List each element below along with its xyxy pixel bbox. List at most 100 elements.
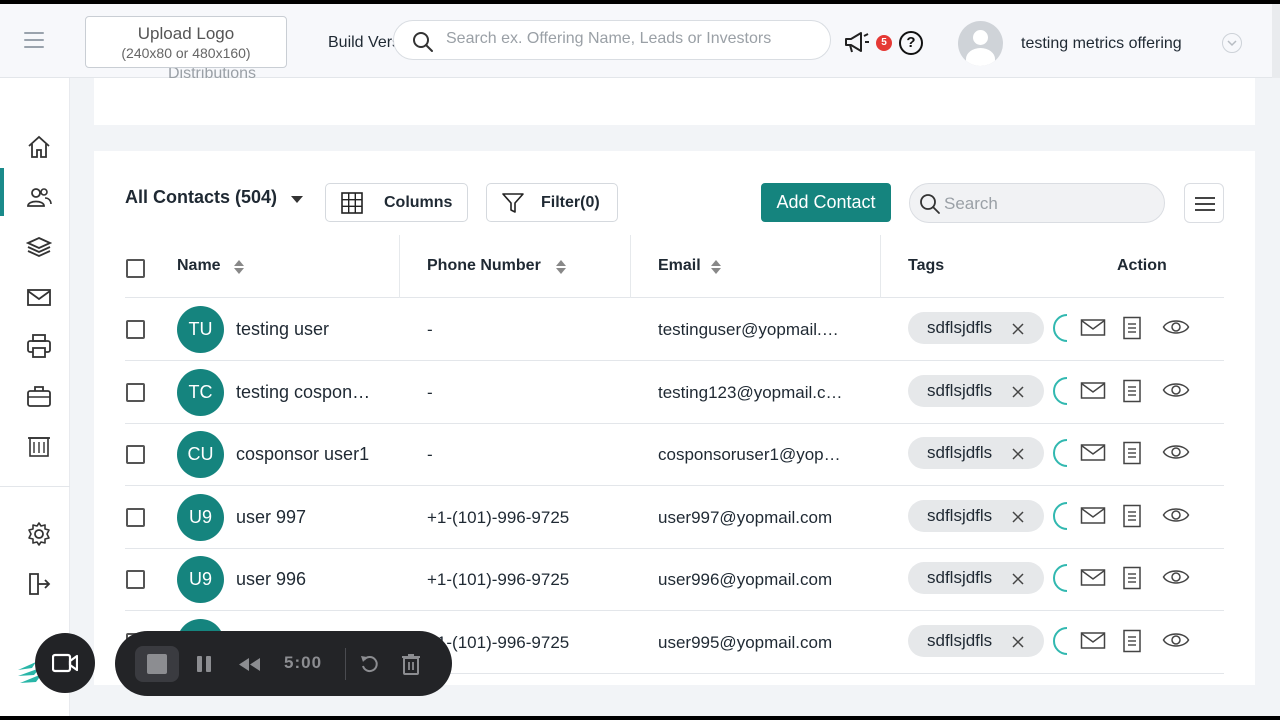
header-name[interactable]: Name <box>177 257 221 275</box>
view-contact-icon[interactable] <box>1162 380 1190 405</box>
remove-tag-icon[interactable] <box>1012 445 1024 465</box>
view-contact-icon[interactable] <box>1162 567 1190 592</box>
add-tag-icon[interactable] <box>1053 312 1067 344</box>
camera-toggle-button[interactable] <box>35 633 95 693</box>
view-contact-icon[interactable] <box>1162 630 1190 655</box>
remove-tag-icon[interactable] <box>1012 320 1024 340</box>
contacts-search-input[interactable] <box>944 194 1154 214</box>
notes-icon[interactable] <box>1122 629 1142 658</box>
add-tag-icon[interactable] <box>1053 625 1067 657</box>
contact-name[interactable]: testing user <box>236 319 329 340</box>
notes-icon[interactable] <box>1122 566 1142 595</box>
sort-icon[interactable] <box>555 259 567 275</box>
contact-name[interactable]: user 997 <box>236 507 306 528</box>
upload-logo-button[interactable]: Upload Logo (240x80 or 480x160) <box>85 16 287 68</box>
users-icon[interactable] <box>26 184 52 210</box>
contact-phone: - <box>427 382 433 402</box>
notes-icon[interactable] <box>1122 316 1142 345</box>
layers-icon[interactable] <box>26 234 52 260</box>
header-phone[interactable]: Phone Number <box>427 257 541 275</box>
view-contact-icon[interactable] <box>1162 505 1190 530</box>
user-avatar[interactable] <box>958 21 1003 66</box>
distributions-label[interactable]: Distributions <box>168 68 256 80</box>
help-icon[interactable]: ? <box>899 31 923 55</box>
mail-icon[interactable] <box>26 284 52 310</box>
notes-icon[interactable] <box>1122 379 1142 408</box>
header-email[interactable]: Email <box>658 257 701 275</box>
row-checkbox[interactable] <box>126 507 145 527</box>
top-scrollbar[interactable] <box>1272 4 1280 78</box>
tag-label: sdflsjdfls <box>927 380 993 400</box>
notes-icon[interactable] <box>1122 504 1142 533</box>
remove-tag-icon[interactable] <box>1012 633 1024 653</box>
home-icon[interactable] <box>26 134 52 160</box>
columns-button[interactable]: Columns <box>325 183 468 222</box>
tag-label: sdflsjdfls <box>927 568 993 588</box>
select-all-checkbox[interactable] <box>126 259 145 278</box>
row-checkbox[interactable] <box>126 382 145 402</box>
megaphone-icon[interactable] <box>843 30 871 54</box>
view-contact-icon[interactable] <box>1162 317 1190 342</box>
table-row: U9 user 997 +1-(101)-996-9725 user997@yopma… <box>125 486 1224 549</box>
stop-recording-button[interactable] <box>135 646 179 682</box>
row-checkbox[interactable] <box>126 445 145 465</box>
contacts-search[interactable] <box>909 183 1165 223</box>
top-bar: Upload Logo (240x80 or 480x160) Build Ve… <box>0 4 1280 78</box>
contact-name[interactable]: cosponsor user1 <box>236 444 369 465</box>
sort-icon[interactable] <box>710 259 722 275</box>
email-contact-icon[interactable] <box>1080 630 1106 655</box>
email-contact-icon[interactable] <box>1080 505 1106 530</box>
recording-timer: 5:00 <box>284 653 323 672</box>
summary-card <box>94 78 1255 125</box>
sidebar-active-indicator <box>0 168 4 216</box>
trash-icon[interactable] <box>401 653 421 675</box>
filter-button[interactable]: Filter(0) <box>486 183 618 222</box>
global-search[interactable] <box>393 20 831 60</box>
video-camera-icon <box>52 653 78 673</box>
row-checkbox[interactable] <box>126 320 145 339</box>
view-contact-icon[interactable] <box>1162 442 1190 467</box>
add-tag-icon[interactable] <box>1053 562 1067 594</box>
grid-icon <box>341 192 363 214</box>
email-contact-icon[interactable] <box>1080 380 1106 405</box>
add-contact-button[interactable]: Add Contact <box>761 183 891 222</box>
remove-tag-icon[interactable] <box>1012 570 1024 590</box>
contact-email: user997@yopmail.com <box>658 507 833 527</box>
contact-email: testing123@yopmail.c… <box>658 382 843 402</box>
tag-label: sdflsjdfls <box>927 443 993 463</box>
row-checkbox[interactable] <box>126 570 145 590</box>
tag-label: sdflsjdfls <box>927 631 993 650</box>
email-contact-icon[interactable] <box>1080 567 1106 592</box>
email-contact-icon[interactable] <box>1080 442 1106 467</box>
remove-tag-icon[interactable] <box>1012 383 1024 403</box>
search-icon <box>413 32 433 52</box>
user-name[interactable]: testing metrics offering <box>1021 35 1182 53</box>
logout-icon[interactable] <box>26 571 52 597</box>
filter-icon <box>502 193 524 213</box>
global-search-input[interactable] <box>446 30 816 48</box>
building-icon[interactable] <box>26 433 52 459</box>
table-row: TC testing cospon… - testing123@yopmail.c… s… <box>125 361 1224 424</box>
user-menu-chevron-icon[interactable] <box>1222 33 1242 53</box>
column-divider <box>880 235 881 298</box>
sort-icon[interactable] <box>233 259 245 275</box>
tag-chip: sdflsjdfls <box>908 499 1044 532</box>
rewind-icon[interactable] <box>237 657 261 672</box>
caret-down-icon[interactable] <box>290 195 304 204</box>
remove-tag-icon[interactable] <box>1012 508 1024 528</box>
sidebar-divider <box>0 486 70 487</box>
hamburger-menu-icon[interactable] <box>24 32 44 48</box>
add-tag-icon[interactable] <box>1053 437 1067 469</box>
list-menu-icon[interactable] <box>1184 183 1224 223</box>
add-tag-icon[interactable] <box>1053 375 1067 407</box>
contact-name[interactable]: user 996 <box>236 569 306 590</box>
restart-icon[interactable] <box>360 654 380 674</box>
pause-icon[interactable] <box>195 655 213 673</box>
settings-icon[interactable] <box>26 521 52 547</box>
printer-icon[interactable] <box>26 333 52 359</box>
email-contact-icon[interactable] <box>1080 317 1106 342</box>
contact-name[interactable]: testing cospon… <box>236 382 370 403</box>
add-tag-icon[interactable] <box>1053 500 1067 532</box>
briefcase-icon[interactable] <box>26 383 52 409</box>
notes-icon[interactable] <box>1122 441 1142 470</box>
